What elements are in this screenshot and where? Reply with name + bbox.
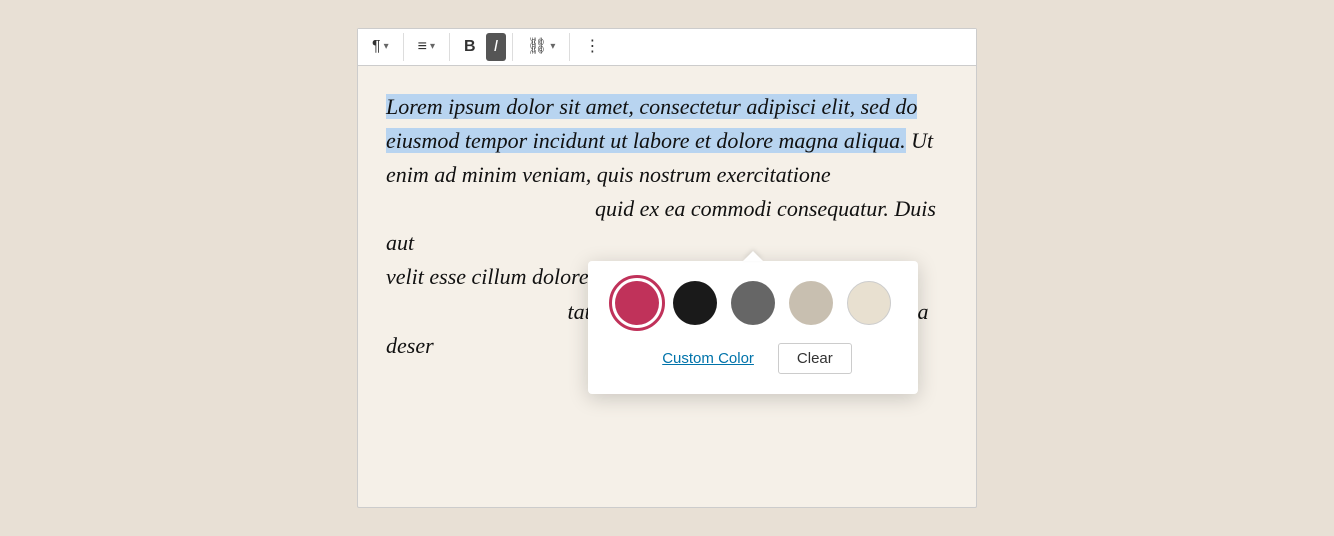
toolbar: ¶ ▾ ≡ ▾ B I ⛓ ▾ ⋮: [358, 29, 976, 66]
align-button[interactable]: ≡ ▾: [410, 33, 443, 61]
color-swatch-light-gray[interactable]: [789, 281, 833, 325]
bold-button[interactable]: B: [456, 33, 484, 61]
color-picker-popup: Custom Color Clear: [588, 261, 918, 394]
italic-button[interactable]: I: [486, 33, 506, 61]
color-swatch-dark-gray[interactable]: [731, 281, 775, 325]
bold-label: B: [464, 39, 476, 55]
more-icon: ⋮: [584, 39, 600, 55]
italic-label: I: [494, 39, 498, 55]
paragraph-group: ¶ ▾: [364, 33, 404, 61]
color-swatch-red[interactable]: [615, 281, 659, 325]
editor-container: ¶ ▾ ≡ ▾ B I ⛓ ▾ ⋮: [357, 28, 977, 508]
align-icon: ≡: [418, 39, 427, 55]
color-swatches: [612, 281, 894, 325]
link-chevron: ▾: [550, 42, 555, 52]
align-chevron: ▾: [430, 42, 435, 52]
more-button[interactable]: ⋮: [576, 33, 608, 61]
color-swatch-off-white[interactable]: [847, 281, 891, 325]
more-group: ⋮: [576, 33, 614, 61]
format-group: B I: [456, 33, 513, 61]
paragraph-button[interactable]: ¶ ▾: [364, 33, 397, 61]
color-picker-actions: Custom Color Clear: [612, 343, 894, 374]
custom-color-button[interactable]: Custom Color: [654, 346, 762, 371]
link-button[interactable]: ⛓ ▾: [519, 33, 563, 61]
paragraph-icon: ¶: [372, 39, 381, 55]
link-group: ⛓ ▾: [519, 33, 570, 61]
clear-button[interactable]: Clear: [778, 343, 852, 374]
after-popup-text: quid ex ea commodi consequatur. Duis aut: [386, 196, 936, 255]
color-swatch-black[interactable]: [673, 281, 717, 325]
paragraph-chevron: ▾: [384, 42, 389, 52]
selected-text: Lorem ipsum dolor sit amet, consectetur …: [386, 94, 917, 153]
editor-content[interactable]: Lorem ipsum dolor sit amet, consectetur …: [358, 66, 976, 387]
link-icon: ⛓: [527, 39, 547, 55]
align-group: ≡ ▾: [410, 33, 450, 61]
